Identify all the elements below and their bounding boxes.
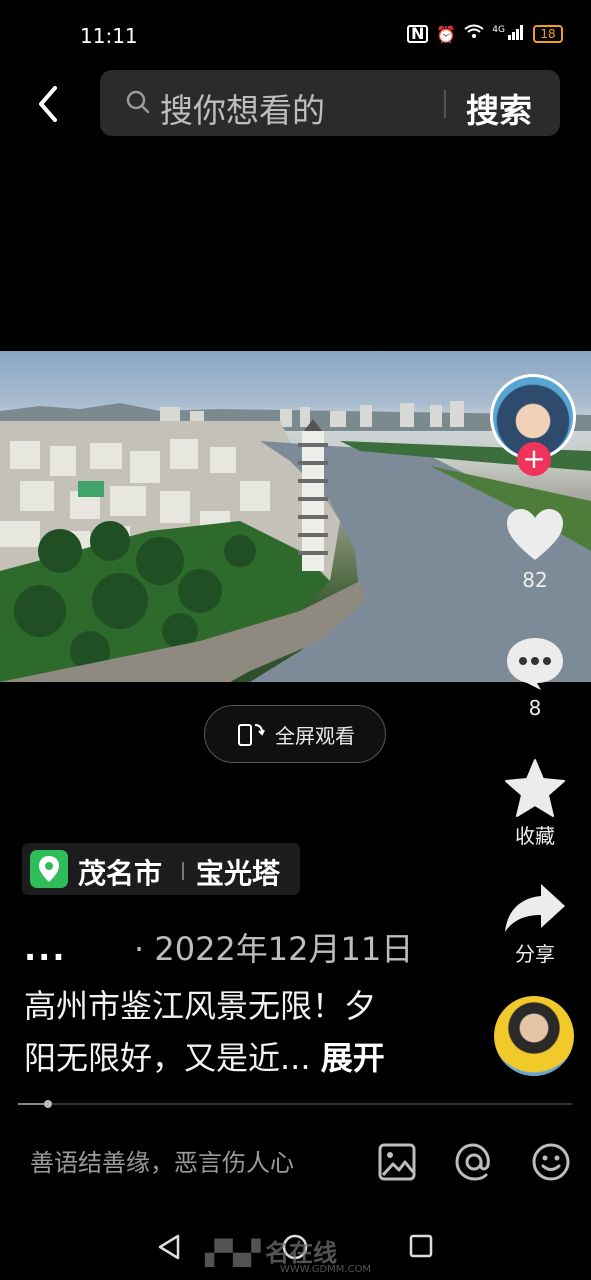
location-place: 宝光塔	[196, 857, 281, 890]
mention-button[interactable]	[454, 1142, 494, 1182]
share-label: 分享	[515, 942, 555, 966]
comment-bubble-icon	[507, 638, 563, 690]
comment-input[interactable]: 善语结善缘，恶言伤人心	[30, 1143, 294, 1178]
search-input[interactable]: 搜你想看的	[160, 84, 325, 132]
nav-recents-icon[interactable]	[408, 1233, 434, 1259]
music-avatar[interactable]	[494, 996, 574, 1076]
fullscreen-label: 全屏观看	[275, 723, 355, 748]
share-arrow-icon	[505, 884, 565, 932]
follow-button[interactable]: +	[517, 442, 551, 476]
at-icon	[455, 1143, 490, 1181]
favorite-label: 收藏	[515, 824, 555, 848]
nav-back-icon[interactable]	[156, 1233, 182, 1261]
wifi-icon	[464, 24, 484, 44]
author-name[interactable]: ...	[24, 930, 66, 968]
network-label: 4G	[492, 25, 505, 35]
like-count: 82	[522, 568, 548, 592]
watermark-url: WWW.GDMM.COM	[280, 1264, 372, 1275]
location-separator	[182, 862, 184, 880]
progress-track[interactable]	[18, 1103, 572, 1105]
nfc-icon: N	[406, 25, 429, 43]
watermark-text: 名在线	[265, 1239, 337, 1267]
star-icon	[505, 759, 565, 817]
heart-icon	[507, 509, 563, 560]
status-icons: N ⏰ 4G 18	[406, 24, 563, 44]
search-icon	[125, 89, 151, 115]
comment-button[interactable]: 8	[500, 636, 570, 720]
favorite-button[interactable]: 收藏	[500, 758, 570, 849]
comment-count: 8	[528, 696, 542, 720]
progress-fill	[18, 1103, 46, 1105]
plus-icon: +	[522, 442, 546, 475]
status-time: 11:11	[80, 24, 138, 48]
emoji-button[interactable]	[531, 1142, 571, 1182]
image-picker-button[interactable]	[377, 1142, 417, 1182]
caption-line-2-wrap: 阳无限好，又是近... 展开	[24, 1032, 444, 1084]
expand-button[interactable]: 展开	[321, 1039, 385, 1077]
caption-line-1: 高州市鉴江风景无限！夕	[24, 987, 377, 1025]
back-arrow-icon	[39, 86, 57, 122]
like-button[interactable]: 82	[500, 508, 570, 592]
battery-icon: 18	[533, 25, 563, 43]
search-button[interactable]: 搜索	[466, 84, 532, 132]
back-button[interactable]	[28, 80, 68, 128]
location-pin-icon	[30, 850, 68, 888]
location-city: 茂名市	[78, 857, 163, 890]
watermark-logo: ▞▚▞ 名在线	[205, 1233, 337, 1268]
post-caption: 高州市鉴江风景无限！夕 阳无限好，又是近... 展开	[24, 980, 444, 1084]
fullscreen-button[interactable]: 全屏观看	[204, 705, 386, 763]
rotate-screen-icon	[238, 724, 265, 746]
image-icon	[378, 1143, 416, 1181]
search-divider	[444, 90, 446, 118]
post-date: · 2022年12月11日	[134, 930, 414, 968]
share-button[interactable]: 分享	[500, 882, 570, 967]
smiley-icon	[532, 1143, 570, 1181]
signal-icon	[507, 24, 525, 44]
watermark-mark-icon: ▞▚▞	[205, 1239, 261, 1267]
alarm-icon: ⏰	[436, 24, 457, 44]
caption-line-2: 阳无限好，又是近...	[24, 1039, 311, 1077]
progress-knob[interactable]	[44, 1100, 52, 1108]
